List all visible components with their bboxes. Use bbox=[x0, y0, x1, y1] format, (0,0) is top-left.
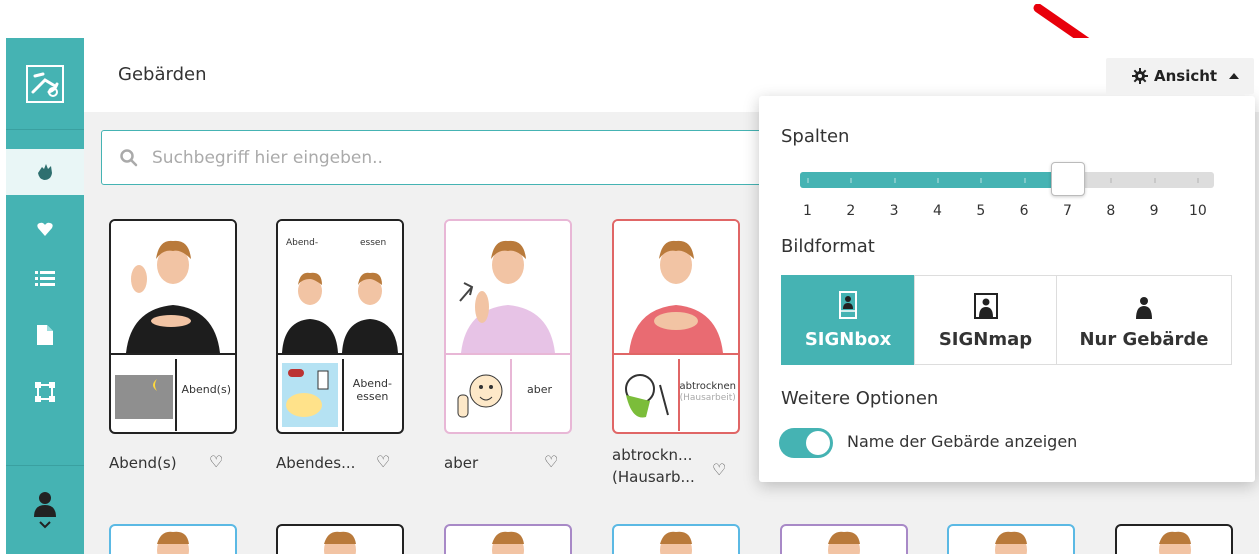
signmap-icon bbox=[973, 293, 998, 319]
view-button[interactable]: Ansicht bbox=[1106, 58, 1254, 94]
favorite-heart-icon[interactable]: ♡ bbox=[544, 452, 558, 471]
sign-photo bbox=[614, 221, 738, 353]
columns-heading: Spalten bbox=[781, 126, 850, 147]
photo-caption: essen bbox=[360, 238, 386, 248]
sign-card[interactable] bbox=[780, 524, 908, 554]
chevron-down-icon bbox=[39, 521, 51, 529]
heart-icon bbox=[37, 222, 53, 236]
hand-icon bbox=[38, 164, 52, 180]
sidebar-item-favorites[interactable] bbox=[6, 206, 84, 252]
symbol-word: abtrocknen (Hausarbeit) bbox=[679, 381, 736, 404]
card-label-line1: abtrockn... bbox=[612, 446, 693, 464]
app-logo[interactable] bbox=[6, 38, 84, 130]
sign-card[interactable] bbox=[109, 524, 237, 554]
file-icon bbox=[37, 325, 53, 345]
sign-card-abends[interactable]: Abend(s) bbox=[109, 219, 237, 434]
sign-card[interactable] bbox=[444, 524, 572, 554]
page-title: Gebärden bbox=[118, 64, 207, 85]
symbol-word: Abend(s) bbox=[181, 383, 231, 396]
format-label: SIGNmap bbox=[938, 329, 1033, 350]
sign-card[interactable] bbox=[1115, 524, 1233, 554]
photo-caption: Abend- bbox=[286, 238, 318, 248]
slider-tick bbox=[850, 178, 853, 183]
search-icon bbox=[120, 148, 138, 166]
format-option-signbox[interactable]: SIGNbox bbox=[781, 275, 915, 365]
user-menu[interactable] bbox=[6, 465, 84, 554]
sign-photo bbox=[111, 221, 235, 353]
slider-number: 6 bbox=[1019, 203, 1029, 219]
caret-up-icon bbox=[1229, 73, 1240, 79]
sign-card[interactable] bbox=[612, 524, 740, 554]
card-label: abtrockn... (Hausarb... bbox=[612, 444, 695, 488]
format-label: SIGNbox bbox=[804, 329, 892, 350]
slider-tick bbox=[1197, 178, 1199, 183]
sidebar-item-documents[interactable] bbox=[6, 312, 84, 358]
symbol-area: aber bbox=[446, 353, 570, 432]
symbol-area: Abend(s) bbox=[111, 353, 235, 432]
format-option-sign-only[interactable]: Nur Gebärde bbox=[1056, 275, 1232, 365]
symbol-word: aber bbox=[526, 383, 552, 396]
favorite-heart-icon[interactable]: ♡ bbox=[376, 452, 390, 471]
card-label: Abend(s) bbox=[109, 454, 177, 472]
sidebar bbox=[6, 38, 84, 554]
symbol-word: Abend-essen bbox=[352, 377, 392, 403]
search-placeholder: Suchbegriff hier eingeben.. bbox=[152, 147, 383, 168]
sign-card-abtrocknen[interactable]: abtrocknen (Hausarbeit) bbox=[612, 219, 740, 434]
slider-tick bbox=[980, 178, 983, 183]
format-option-signmap[interactable]: SIGNmap bbox=[914, 275, 1057, 365]
slider-tick bbox=[1023, 178, 1026, 183]
card-label: aber bbox=[444, 454, 479, 472]
signbox-icon bbox=[839, 291, 857, 319]
sidebar-item-lists[interactable] bbox=[6, 256, 84, 302]
sign-card-aber[interactable]: aber bbox=[444, 219, 572, 434]
slider-number: 1 bbox=[803, 203, 812, 219]
columns-slider-thumb[interactable] bbox=[1051, 162, 1085, 196]
sidebar-item-signs[interactable] bbox=[6, 149, 84, 195]
slider-tick bbox=[1110, 178, 1113, 183]
favorite-heart-icon[interactable]: ♡ bbox=[712, 460, 726, 479]
slider-number: 5 bbox=[976, 203, 986, 219]
card-label: Abendes... bbox=[276, 454, 356, 472]
slider-number: 2 bbox=[846, 203, 856, 219]
slider-number: 10 bbox=[1189, 203, 1207, 219]
slider-number: 7 bbox=[1063, 203, 1072, 219]
search-input[interactable]: Suchbegriff hier eingeben.. bbox=[101, 130, 861, 185]
symbol-word-main: abtrocknen bbox=[679, 381, 736, 392]
more-options-heading: Weitere Optionen bbox=[781, 388, 939, 409]
slider-tick bbox=[807, 178, 809, 183]
slider-number: 8 bbox=[1106, 203, 1116, 219]
gear-icon bbox=[1132, 68, 1148, 84]
format-heading: Bildformat bbox=[781, 236, 875, 257]
slider-number: 9 bbox=[1149, 203, 1159, 219]
symbol-word-sub: (Hausarbeit) bbox=[679, 393, 736, 403]
sign-card-abendessen[interactable]: Abend- essen Abend-essen bbox=[276, 219, 404, 434]
card-label-line2: (Hausarb... bbox=[612, 468, 695, 486]
user-icon bbox=[34, 492, 56, 517]
frame-icon bbox=[35, 382, 55, 402]
sign-photo: Abend- essen bbox=[278, 221, 402, 353]
view-button-label: Ansicht bbox=[1154, 67, 1218, 85]
sign-card[interactable] bbox=[947, 524, 1075, 554]
symbol-area: abtrocknen (Hausarbeit) bbox=[614, 353, 738, 432]
sign-card[interactable] bbox=[276, 524, 404, 554]
show-sign-name-toggle[interactable] bbox=[779, 428, 833, 458]
slider-number: 3 bbox=[889, 203, 899, 219]
show-sign-name-label: Name der Gebärde anzeigen bbox=[847, 432, 1078, 451]
slider-tick bbox=[1153, 178, 1156, 183]
list-icon bbox=[35, 271, 55, 286]
sign-only-icon bbox=[1136, 297, 1152, 319]
symbol-area: Abend-essen bbox=[278, 353, 402, 432]
slider-tick bbox=[893, 178, 896, 183]
format-label: Nur Gebärde bbox=[1079, 329, 1209, 350]
favorite-heart-icon[interactable]: ♡ bbox=[209, 452, 223, 471]
sign-photo bbox=[446, 221, 570, 353]
sidebar-item-frames[interactable] bbox=[6, 369, 84, 415]
slider-tick bbox=[937, 178, 939, 183]
slider-number: 4 bbox=[933, 203, 942, 219]
